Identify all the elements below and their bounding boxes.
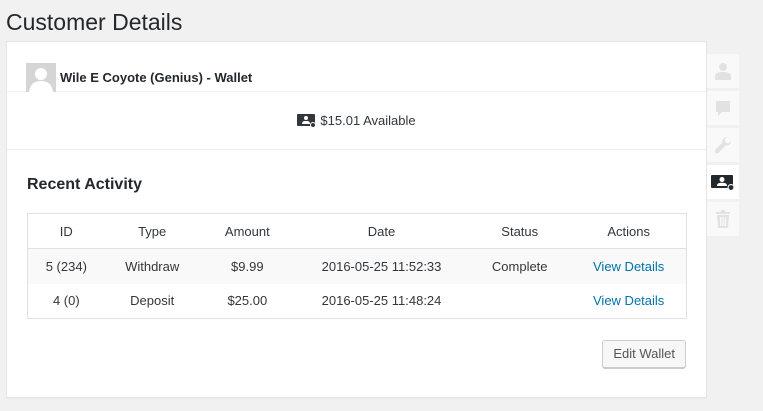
column-header-actions: Actions xyxy=(571,213,687,249)
column-header-date: Date xyxy=(294,213,469,249)
wrench-icon xyxy=(714,137,731,154)
cell-type: Deposit xyxy=(130,293,175,309)
edit-wallet-button[interactable]: Edit Wallet xyxy=(602,340,686,368)
customer-header: Wile E Coyote (Genius) - Wallet xyxy=(7,42,706,92)
activity-table: ID Type Amount Date Status Actions 5 (23… xyxy=(27,213,687,319)
cell-actions: View Details xyxy=(571,284,686,319)
customer-panel: Wile E Coyote (Genius) - Wallet $15.01 A… xyxy=(6,41,707,398)
view-details-link[interactable]: View Details xyxy=(593,259,664,274)
avatar-silhouette-icon xyxy=(26,63,56,92)
column-header-amount: Amount xyxy=(199,213,295,249)
tab-wallet[interactable] xyxy=(707,165,739,199)
cell-type: Withdraw xyxy=(104,248,200,284)
tab-profile[interactable] xyxy=(707,54,739,88)
cell-status: Complete xyxy=(468,248,572,284)
cell-date: 2016-05-25 11:48:24 xyxy=(321,293,442,309)
wallet-icon xyxy=(711,175,735,191)
avatar xyxy=(26,63,56,92)
user-icon xyxy=(715,63,731,80)
balance-text: $15.01 Available xyxy=(320,113,416,128)
customer-tabs xyxy=(707,54,739,239)
page-title: Customer Details xyxy=(6,9,183,35)
column-header-status: Status xyxy=(468,213,572,249)
comment-icon xyxy=(716,101,730,116)
trash-icon xyxy=(716,210,730,228)
wallet-icon xyxy=(297,113,317,131)
view-details-link[interactable]: View Details xyxy=(593,293,664,308)
customer-name: Wile E Coyote (Genius) - Wallet xyxy=(60,70,253,85)
table-header-row: ID Type Amount Date Status Actions xyxy=(27,213,687,249)
cell-status xyxy=(468,284,571,319)
tab-tools[interactable] xyxy=(707,128,739,162)
cell-amount: $25.00 xyxy=(227,293,268,309)
tab-notes[interactable] xyxy=(707,91,739,125)
cell-amount: $9.99 xyxy=(199,248,295,284)
table-row: 4 (0) Deposit $25.00 2016-05-25 11:48:24… xyxy=(28,284,687,319)
table-row: 5 (234) Withdraw $9.99 2016-05-25 11:52:… xyxy=(27,248,687,284)
column-header-type: Type xyxy=(104,213,200,249)
cell-id: 4 (0) xyxy=(52,293,80,309)
cell-id: 5 (234) xyxy=(27,248,105,284)
recent-activity-title: Recent Activity xyxy=(27,176,142,193)
cell-date: 2016-05-25 11:52:33 xyxy=(294,248,469,284)
wallet-balance: $15.01 Available xyxy=(7,92,706,150)
cell-actions: View Details xyxy=(571,248,687,284)
tab-delete[interactable] xyxy=(707,202,739,236)
column-header-id: ID xyxy=(27,213,105,249)
